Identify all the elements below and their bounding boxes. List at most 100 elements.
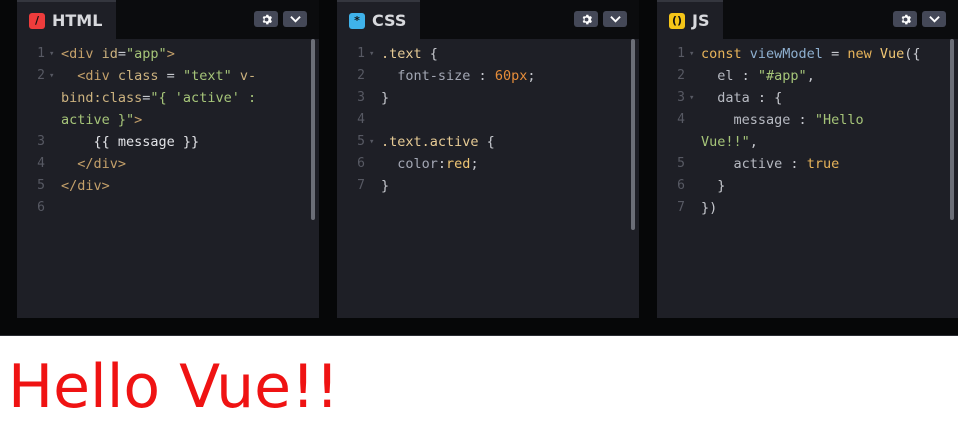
code-text: font-size : 60px; [381, 65, 535, 87]
js-settings-button[interactable] [893, 11, 917, 27]
code-line[interactable]: active }"> [17, 109, 319, 131]
code-token: , [749, 134, 758, 150]
code-token: } [381, 178, 390, 194]
code-line[interactable]: 4 </div> [17, 153, 319, 175]
html-settings-button[interactable] [254, 11, 278, 27]
line-number: 2 [37, 68, 45, 83]
fold-arrow-icon[interactable]: ▾ [369, 43, 374, 65]
css-code-area[interactable]: 1 ▾ .text {2 font-size : 60px; 3} 4 5 ▾ .text.a… [337, 39, 639, 318]
fold-arrow-icon[interactable]: ▾ [369, 131, 374, 153]
code-line[interactable]: 5 ▾ .text.active { [337, 131, 639, 153]
code-text: <div id="app"> [61, 43, 175, 65]
line-number: 6 [357, 156, 365, 171]
code-text: </div> [61, 153, 126, 175]
code-line[interactable]: 7} [337, 175, 639, 197]
code-line[interactable]: 4 [337, 109, 639, 131]
code-token: }) [701, 200, 718, 216]
code-token: "app" [126, 46, 167, 62]
code-line[interactable]: 4 message : "Hello [657, 109, 958, 131]
fold-arrow-icon[interactable]: ▾ [49, 43, 54, 65]
code-text: color:red; [381, 153, 478, 175]
code-line[interactable]: 5 </div> [17, 175, 319, 197]
code-token: .text.active [381, 134, 487, 150]
code-line[interactable]: 6 [17, 197, 319, 219]
code-token: > [134, 112, 143, 128]
code-token: > [166, 46, 175, 62]
line-number: 5 [357, 134, 365, 149]
css-panel-header: * CSS [337, 0, 639, 39]
html-scrollbar[interactable] [311, 39, 315, 220]
js-panel-header: () JS [657, 0, 958, 39]
fold-arrow-icon[interactable]: ▾ [689, 87, 694, 109]
code-line[interactable]: 2 el : "#app", [657, 65, 958, 87]
js-collapse-button[interactable] [922, 11, 946, 27]
code-text: } [381, 87, 389, 109]
code-line[interactable]: 6 color:red; [337, 153, 639, 175]
css-scrollbar[interactable] [631, 39, 635, 230]
line-number: 3 [677, 90, 685, 105]
line-number: 1 [677, 46, 685, 61]
css-collapse-button[interactable] [603, 11, 627, 27]
code-token: active }" [61, 112, 135, 128]
gear-icon [262, 14, 272, 24]
code-line[interactable]: 6 } [657, 175, 958, 197]
code-token: { [429, 46, 438, 62]
line-number: 3 [37, 134, 45, 149]
code-token: <div [61, 46, 102, 62]
line-number: 4 [37, 156, 45, 171]
chevron-down-icon [289, 16, 301, 23]
html-badge-icon: / [29, 12, 45, 29]
code-token: {{ message }} [61, 134, 200, 150]
code-line[interactable]: 1 ▾ const viewModel = new Vue({ [657, 43, 958, 65]
html-panel-controls [254, 11, 307, 27]
code-line[interactable]: 1 ▾ .text { [337, 43, 639, 65]
code-token: } [381, 90, 390, 106]
code-text: }) [701, 197, 717, 219]
html-tab[interactable]: / HTML [17, 0, 117, 39]
css-settings-button[interactable] [574, 11, 598, 27]
code-token: = [822, 46, 848, 62]
code-text: active }"> [61, 109, 142, 131]
html-tab-label: HTML [52, 11, 103, 30]
html-code-area[interactable]: 1 ▾ <div id="app"> 2 ▾ <div class = "text" v… [17, 39, 319, 318]
code-line[interactable]: 3 ▾ data : { [657, 87, 958, 109]
gear-icon [901, 14, 911, 24]
code-token: data [717, 90, 750, 106]
code-token: viewModel [749, 46, 823, 62]
code-line[interactable]: 5 active : true [657, 153, 958, 175]
js-tab[interactable]: () JS [657, 0, 724, 39]
code-token: : [437, 156, 447, 172]
code-line[interactable]: 1 ▾ <div id="app"> [17, 43, 319, 65]
code-line[interactable]: 7}) [657, 197, 958, 219]
code-line[interactable]: 2 ▾ <div class = "text" v- [17, 65, 319, 87]
code-line[interactable]: bind:class="{ 'active' : [17, 87, 319, 109]
js-code-area[interactable]: 1 ▾ const viewModel = new Vue({2 el : "#ap… [657, 39, 958, 318]
code-token: new [847, 46, 880, 62]
js-editor-panel: () JS 1 ▾ const viewModel = new Vue({2 el … [657, 0, 958, 318]
js-scrollbar[interactable] [950, 39, 954, 220]
code-line[interactable]: 3 {{ message }} [17, 131, 319, 153]
css-tab[interactable]: * CSS [337, 0, 421, 39]
code-text: data : { [701, 87, 782, 109]
line-number: 5 [677, 156, 685, 171]
code-text: Vue!!", [701, 131, 758, 153]
editor-area: / HTML 1 ▾ <div id="app"> 2 ▾ <div class = "… [0, 0, 958, 336]
code-line[interactable]: 2 font-size : 60px; [337, 65, 639, 87]
code-text: message : "Hello [701, 109, 864, 131]
code-line[interactable]: Vue!!", [657, 131, 958, 153]
code-token: , [806, 68, 815, 84]
code-line[interactable]: 3} [337, 87, 639, 109]
code-token: color [397, 156, 438, 172]
code-token: = [117, 46, 127, 62]
fold-arrow-icon[interactable]: ▾ [689, 43, 694, 65]
line-number: 5 [37, 178, 45, 193]
html-collapse-button[interactable] [283, 11, 307, 27]
code-token: : [733, 68, 758, 84]
code-token: font-size [397, 68, 471, 84]
fold-arrow-icon[interactable]: ▾ [49, 65, 54, 87]
code-text: el : "#app", [701, 65, 815, 87]
code-token: } [701, 178, 726, 194]
html-editor-panel: / HTML 1 ▾ <div id="app"> 2 ▾ <div class = "… [17, 0, 319, 318]
